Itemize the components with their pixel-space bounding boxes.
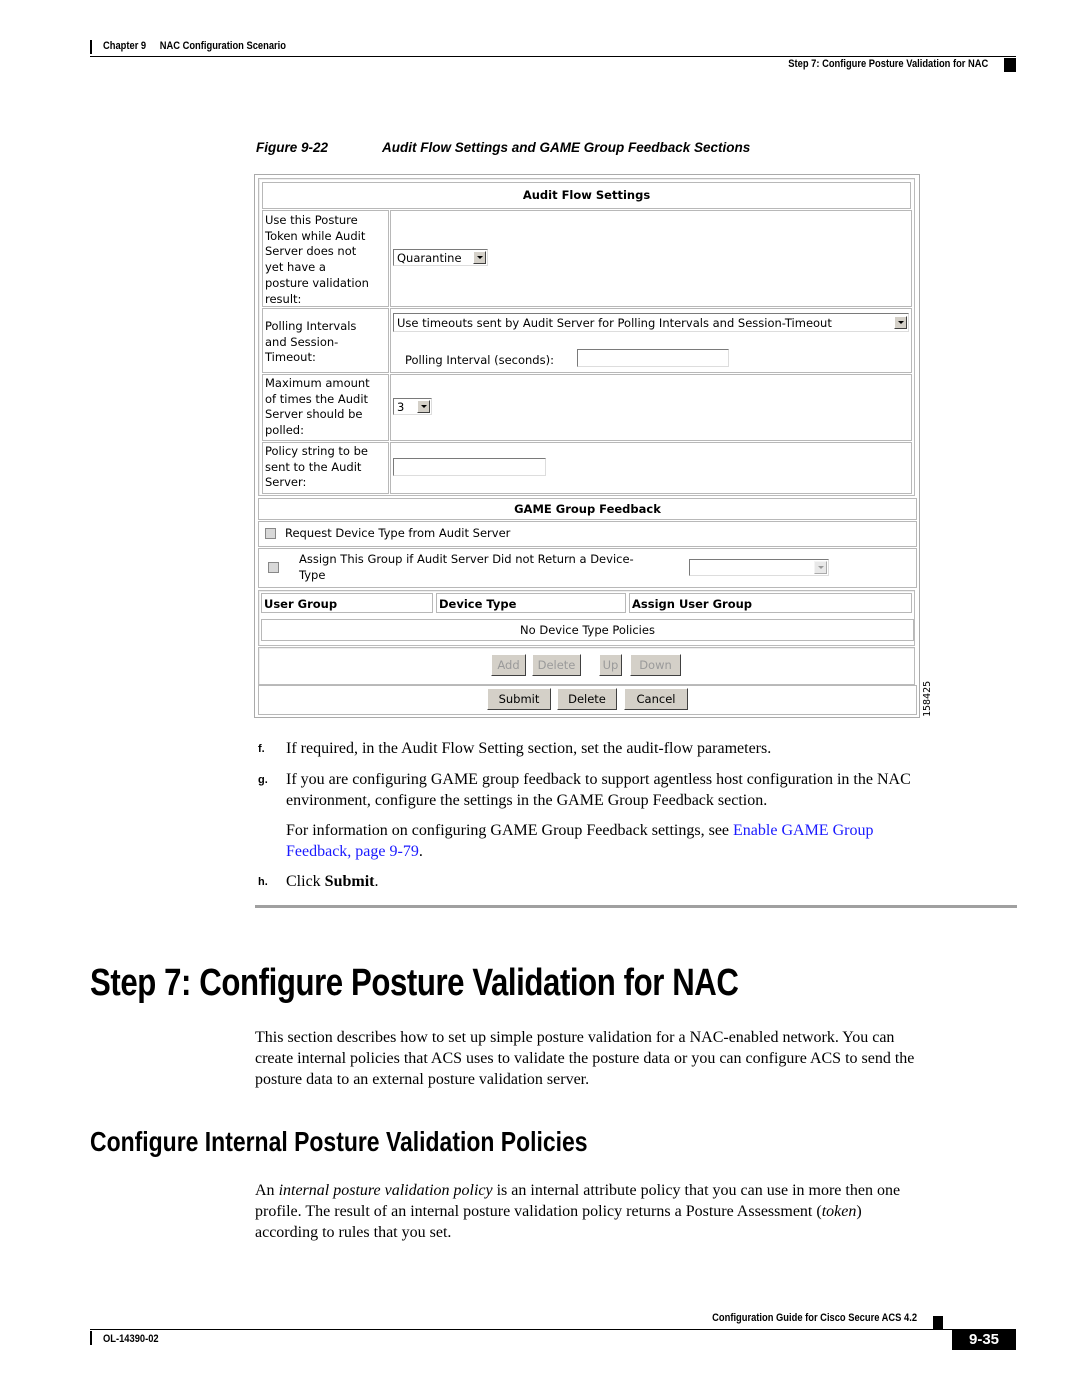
assign-group-select[interactable] <box>689 559 829 576</box>
enable-game-group-feedback-link[interactable]: Enable GAME Group <box>733 822 873 839</box>
chevron-down-icon[interactable] <box>473 251 486 264</box>
policy-value-cell <box>390 442 912 494</box>
figure-caption: Figure 9-22 Audit Flow Settings and GAME … <box>256 140 750 155</box>
max-select-value: 3 <box>397 400 405 414</box>
header-section: Step 7: Configure Posture Validation for… <box>787 58 988 70</box>
footer-rule <box>90 1329 1016 1330</box>
footer-bar <box>90 1331 92 1345</box>
header-chapter: Chapter 9 NAC Configuration Scenario <box>103 40 286 52</box>
policy-string-input[interactable] <box>393 458 546 476</box>
figure-screenshot: Audit Flow Settings Use this Posture Toke… <box>254 174 920 718</box>
game-feedback-title: GAME Group Feedback <box>258 498 917 520</box>
policy-label-cell: Policy string to be sent to the Audit Serv… <box>262 442 389 494</box>
device-type-policy-table: User Group Device Type Assign User Group… <box>258 590 915 646</box>
chevron-down-icon[interactable] <box>894 316 907 329</box>
polling-value-cell: Use timeouts sent by Audit Server for Po… <box>390 308 912 373</box>
max-label: Maximum amount of times the Audit Server s… <box>265 376 370 438</box>
token-value-cell: Quarantine <box>390 210 912 307</box>
delete-row-button[interactable]: Delete <box>532 654 581 676</box>
section-divider <box>255 905 1017 908</box>
up-button[interactable]: Up <box>599 654 622 676</box>
section-heading: Step 7: Configure Posture Validation for… <box>90 962 739 1004</box>
chevron-down-icon[interactable] <box>814 561 827 574</box>
page-number: 9-35 <box>952 1330 1016 1350</box>
audit-flow-title: Audit Flow Settings <box>262 182 911 209</box>
max-select[interactable]: 3 <box>393 398 432 415</box>
step-g-letter: g. <box>258 774 268 786</box>
step-f-letter: f. <box>258 743 265 755</box>
assign-group-label: Assign This Group if Audit Server Did no… <box>299 552 634 582</box>
token-select-value: Quarantine <box>397 251 462 265</box>
delete-button[interactable]: Delete <box>557 688 617 710</box>
chevron-down-icon[interactable] <box>417 400 430 413</box>
policy-label: Policy string to be sent to the Audit Serv… <box>265 444 368 490</box>
token-label: Use this Posture Token while Audit Server … <box>265 213 369 306</box>
assign-group-row: Assign This Group if Audit Server Did no… <box>258 548 917 588</box>
col-device-type: Device Type <box>436 593 626 613</box>
empty-table-message: No Device Type Policies <box>261 619 914 641</box>
polling-label-cell: Polling Intervals and Session- Timeout: <box>262 308 389 373</box>
token-label-cell: Use this Posture Token while Audit Server … <box>262 210 389 307</box>
down-button[interactable]: Down <box>630 654 681 676</box>
step-g-text: If you are configuring GAME group feedba… <box>286 771 911 809</box>
request-device-type-checkbox[interactable] <box>265 528 276 539</box>
header-rule <box>90 56 1016 57</box>
request-device-type-row: Request Device Type from Audit Server <box>258 521 917 547</box>
header-bar <box>90 40 92 54</box>
cancel-button[interactable]: Cancel <box>624 688 688 710</box>
col-assign-user-group: Assign User Group <box>629 593 912 613</box>
form-actions-panel: Submit Delete Cancel <box>258 685 917 715</box>
step-h-letter: h. <box>258 876 268 888</box>
figure-id-number: 158425 <box>922 680 933 717</box>
footer-doc-number: OL-14390-02 <box>103 1333 159 1345</box>
request-device-type-label: Request Device Type from Audit Server <box>285 526 511 540</box>
col-user-group: User Group <box>261 593 433 613</box>
enable-game-group-feedback-link-cont[interactable]: Feedback, page 9-79 <box>286 843 419 860</box>
max-label-cell: Maximum amount of times the Audit Server s… <box>262 374 389 441</box>
subsection-heading: Configure Internal Posture Validation Po… <box>90 1126 588 1157</box>
subsection-paragraph: An internal posture validation policy is… <box>255 1182 901 1241</box>
max-value-cell: 3 <box>390 374 912 441</box>
footer-guide-title: Configuration Guide for Cisco Secure ACS… <box>712 1312 917 1324</box>
figure-title: Audit Flow Settings and GAME Group Feedb… <box>382 140 751 155</box>
row-actions-panel: Add Delete Up Down <box>258 647 915 685</box>
add-button[interactable]: Add <box>491 654 526 676</box>
chapter-label: Chapter 9 <box>103 40 147 52</box>
section-paragraph: This section describes how to set up sim… <box>255 1029 915 1088</box>
step-h-text: Click Submit. <box>286 873 379 890</box>
assign-group-checkbox[interactable] <box>268 562 279 573</box>
token-select[interactable]: Quarantine <box>393 249 488 266</box>
polling-select-value: Use timeouts sent by Audit Server for Po… <box>397 316 832 330</box>
submit-button[interactable]: Submit <box>487 688 551 710</box>
footer-block <box>933 1316 943 1330</box>
step-g-info: For information on configuring GAME Grou… <box>286 822 874 860</box>
step-f-text: If required, in the Audit Flow Setting s… <box>286 740 772 757</box>
polling-label: Polling Intervals and Session- Timeout: <box>265 319 357 365</box>
figure-label: Figure 9-22 <box>256 140 329 155</box>
chapter-title: NAC Configuration Scenario <box>159 40 286 52</box>
header-block <box>1004 58 1016 72</box>
polling-select[interactable]: Use timeouts sent by Audit Server for Po… <box>393 313 909 332</box>
audit-flow-panel: Audit Flow Settings Use this Posture Toke… <box>258 178 915 496</box>
polling-interval-label: Polling Interval (seconds): <box>405 353 554 367</box>
polling-interval-input[interactable] <box>577 349 729 367</box>
